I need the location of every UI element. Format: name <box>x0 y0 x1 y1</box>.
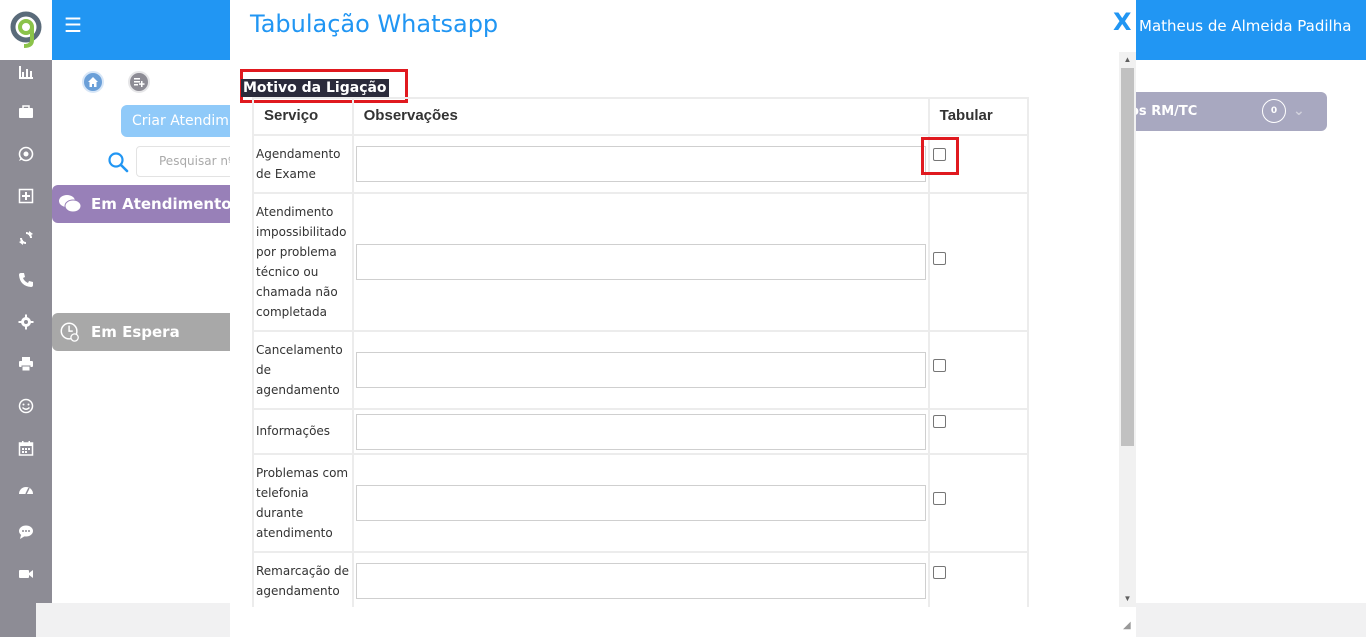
servico-cell: Atendimento impossibilitado por problema… <box>252 192 354 332</box>
header-servico: Serviço <box>252 97 354 136</box>
calendar-icon[interactable] <box>16 438 36 458</box>
observacao-input[interactable] <box>355 146 926 182</box>
close-button[interactable]: X <box>1113 8 1132 36</box>
resize-grip-icon[interactable]: ◢ <box>1123 620 1133 631</box>
gear-icon[interactable] <box>16 312 36 332</box>
modal-title: Tabulação Whatsapp <box>250 10 499 38</box>
logo-container <box>0 0 52 60</box>
app-logo <box>10 11 42 48</box>
scrollbar-thumb[interactable] <box>1121 68 1134 446</box>
em-espera-section[interactable]: Em Espera <box>52 313 252 351</box>
hamburger-menu-button[interactable]: ☰ <box>62 14 84 38</box>
clock-power-icon <box>60 322 79 342</box>
add-list-icon <box>134 78 145 87</box>
add-list-button[interactable] <box>128 71 150 93</box>
chevron-down-icon[interactable]: ⌄ <box>1293 92 1305 131</box>
observacao-input[interactable] <box>355 352 926 388</box>
tabulacao-table: Serviço Observações Tabular Agendamento … <box>252 97 1030 607</box>
table-row: Cancelamento de agendamento <box>252 330 1030 410</box>
smiley-icon[interactable] <box>16 396 36 416</box>
em-atendimento-label: Em Atendimento <box>91 195 232 213</box>
observacao-cell <box>351 408 930 455</box>
tabular-checkbox[interactable] <box>932 566 946 579</box>
header-tabular: Tabular <box>927 97 1030 136</box>
tabular-cell <box>927 192 1030 332</box>
home-button[interactable] <box>82 71 104 93</box>
refresh-icon[interactable] <box>16 228 36 248</box>
table-row: Agendamento de Exame <box>252 134 1030 194</box>
tabular-cell <box>927 330 1030 410</box>
search-icon[interactable] <box>107 151 129 173</box>
servico-cell: Informações <box>252 408 354 455</box>
table-row: Informações <box>252 408 1030 455</box>
printer-icon[interactable] <box>16 354 36 374</box>
sidebar <box>0 60 52 637</box>
tabulacao-modal: Tabulação Whatsapp X Motivo da Ligação S… <box>230 0 1136 637</box>
tabular-checkbox[interactable] <box>932 491 946 505</box>
header-observacoes: Observações <box>351 97 930 136</box>
observacao-cell <box>351 453 930 553</box>
tabular-cell <box>927 551 1030 607</box>
video-camera-icon[interactable] <box>16 564 36 584</box>
tabular-cell <box>920 134 1030 194</box>
phone-icon[interactable] <box>16 270 36 290</box>
observacao-input[interactable] <box>355 563 926 599</box>
whatsapp-icon[interactable] <box>16 144 36 164</box>
vertical-scrollbar[interactable]: ▲ ▼ <box>1119 52 1136 607</box>
servico-cell: Problemas com telefonia durante atendime… <box>252 453 354 553</box>
table-row: Remarcação de agendamento <box>252 551 1030 607</box>
table-row: Problemas com telefonia durante atendime… <box>252 453 1030 553</box>
bar-chart-icon[interactable] <box>16 62 36 82</box>
table-header-row: Serviço Observações Tabular <box>252 97 1030 136</box>
em-espera-label: Em Espera <box>91 323 180 341</box>
dashboard-icon[interactable] <box>16 480 36 500</box>
tabular-checkbox[interactable] <box>932 251 946 265</box>
hamburger-icon: ☰ <box>64 15 82 37</box>
rm-tc-count-badge: 0 <box>1262 99 1286 123</box>
briefcase-icon[interactable] <box>16 102 36 122</box>
home-icon <box>88 77 98 87</box>
tabular-checkbox[interactable] <box>932 358 946 372</box>
observacao-cell <box>351 134 930 194</box>
em-atendimento-section[interactable]: Em Atendimento <box>52 185 252 223</box>
servico-cell: Agendamento de Exame <box>252 134 354 194</box>
rm-tc-section[interactable]: os RM/TC 0 ⌄ <box>1130 92 1327 131</box>
plus-square-icon[interactable] <box>16 186 36 206</box>
section-label: Motivo da Ligação <box>241 79 389 97</box>
chat-bubble-icon[interactable] <box>16 522 36 542</box>
table-row: Atendimento impossibilitado por problema… <box>252 192 1030 332</box>
tabular-cell <box>927 453 1030 553</box>
tabular-checkbox[interactable] <box>932 415 946 428</box>
chat-bubbles-icon <box>59 195 82 213</box>
observacao-cell <box>351 330 930 410</box>
rm-tc-label: os RM/TC <box>1130 104 1198 119</box>
scroll-up-arrow-icon[interactable]: ▲ <box>1119 52 1136 68</box>
observacao-input[interactable] <box>355 485 926 521</box>
observacao-input[interactable] <box>355 244 926 280</box>
modal-scroll-area[interactable]: Motivo da Ligação Serviço Observações Ta… <box>230 52 1120 607</box>
checkbox-highlight-box <box>920 137 959 175</box>
tabular-cell <box>927 408 1030 455</box>
servico-cell: Remarcação de agendamento <box>252 551 354 607</box>
observacao-input[interactable] <box>355 413 926 450</box>
scroll-down-arrow-icon[interactable]: ▼ <box>1119 591 1136 607</box>
servico-cell: Cancelamento de agendamento <box>252 330 354 410</box>
observacao-cell <box>351 551 930 607</box>
user-name[interactable]: Matheus de Almeida Padilha <box>1139 17 1351 35</box>
observacao-cell <box>351 192 930 332</box>
